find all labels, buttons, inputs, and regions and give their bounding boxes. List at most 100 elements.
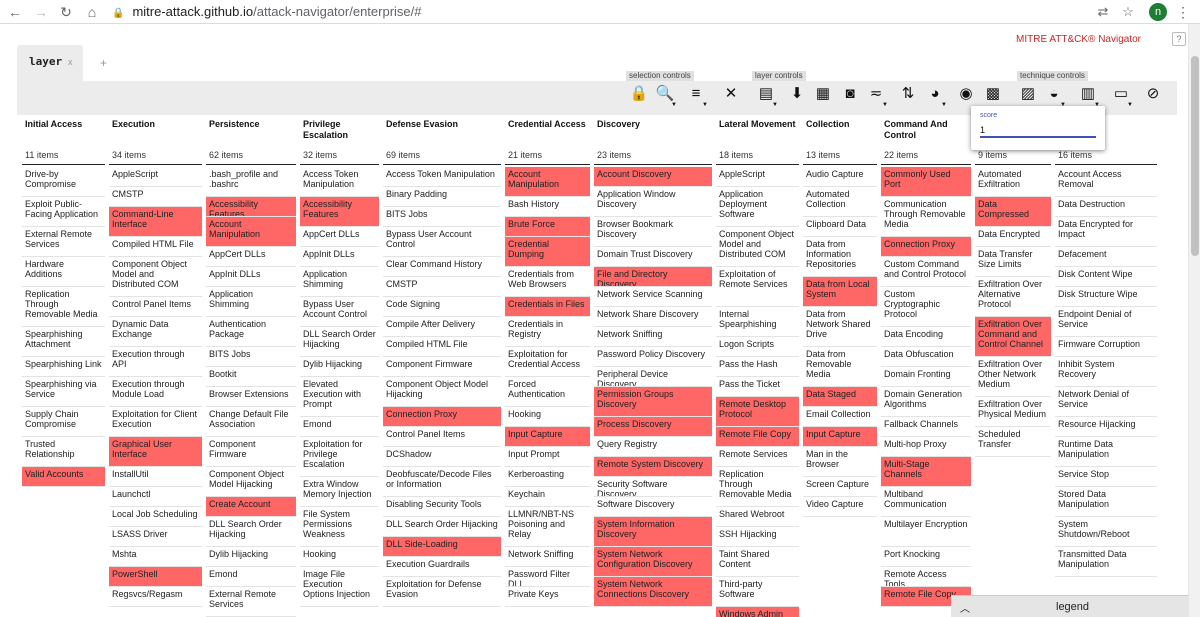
technique-cell[interactable]: Extra Window Memory Injection: [300, 477, 379, 507]
technique-cell[interactable]: LSASS Driver: [109, 527, 202, 547]
technique-cell[interactable]: Control Panel Items: [383, 427, 501, 447]
technique-cell[interactable]: PowerShell: [109, 567, 202, 587]
disable-icon[interactable]: ▨: [1018, 84, 1038, 104]
technique-cell[interactable]: Taint Shared Content: [716, 547, 799, 577]
browser-menu-icon[interactable]: ⋮: [1176, 3, 1190, 21]
technique-cell[interactable]: Port Knocking: [881, 547, 971, 567]
technique-cell[interactable]: Email Collection: [803, 407, 877, 427]
technique-cell[interactable]: Component Object Model and Distributed C…: [109, 257, 202, 297]
technique-cell[interactable]: Transmitted Data Manipulation: [1055, 547, 1157, 577]
technique-cell[interactable]: Inhibit System Recovery: [1055, 357, 1157, 387]
technique-cell[interactable]: Data Destruction: [1055, 197, 1157, 217]
technique-cell[interactable]: Connection Proxy: [383, 407, 501, 427]
technique-cell[interactable]: Exfiltration Over Physical Medium: [975, 397, 1051, 427]
search-icon[interactable]: 🔍 ▼: [655, 84, 677, 108]
tactic-header[interactable]: Discovery: [597, 119, 715, 130]
technique-cell[interactable]: Network Share Discovery: [594, 307, 712, 327]
technique-cell[interactable]: BITS Jobs: [383, 207, 501, 227]
technique-cell[interactable]: Pass the Hash: [716, 357, 799, 377]
technique-cell[interactable]: .bash_profile and .bashrc: [206, 167, 296, 197]
technique-cell[interactable]: Credentials in Registry: [505, 317, 590, 347]
technique-cell[interactable]: Network Denial of Service: [1055, 387, 1157, 417]
technique-cell[interactable]: Service Stop: [1055, 467, 1157, 487]
technique-cell[interactable]: System Information Discovery: [594, 517, 712, 547]
technique-cell[interactable]: Communication Through Removable Media: [881, 197, 971, 237]
tactic-header[interactable]: Defense Evasion: [386, 119, 504, 130]
technique-cell[interactable]: Domain Trust Discovery: [594, 247, 712, 267]
technique-cell[interactable]: Data from Removable Media: [803, 347, 877, 387]
technique-cell[interactable]: AppCert DLLs: [206, 247, 296, 267]
close-tab-icon[interactable]: x: [68, 57, 73, 67]
technique-cell[interactable]: Remote Access Tools: [881, 567, 971, 587]
bookmark-star-icon[interactable]: ☆: [1119, 3, 1137, 21]
technique-cell[interactable]: Application Deployment Software: [716, 187, 799, 227]
technique-cell[interactable]: File System Permissions Weakness: [300, 507, 379, 547]
tactic-header[interactable]: Collection: [806, 119, 880, 130]
technique-cell[interactable]: Spearphishing Link: [22, 357, 105, 377]
technique-cell[interactable]: Component Object Model Hijacking: [383, 377, 501, 407]
technique-cell[interactable]: BITS Jobs: [206, 347, 296, 367]
tactic-header[interactable]: Privilege Escalation: [303, 119, 382, 141]
technique-cell[interactable]: Replication Through Removable Media: [22, 287, 105, 327]
technique-cell[interactable]: Elevated Execution with Prompt: [300, 377, 379, 417]
technique-cell[interactable]: Accessibility Features: [300, 197, 379, 227]
technique-cell[interactable]: Exploitation for Defense Evasion: [383, 577, 501, 607]
technique-cell[interactable]: Component Firmware: [383, 357, 501, 377]
chevron-up-icon[interactable]: ︿: [960, 600, 970, 615]
technique-cell[interactable]: Network Service Scanning: [594, 287, 712, 307]
comment-icon[interactable]: ▭ ▼: [1111, 84, 1133, 108]
export-excel-icon[interactable]: ▦: [813, 84, 833, 104]
technique-cell[interactable]: Command-Line Interface: [109, 207, 202, 237]
tactic-header[interactable]: Command And Control: [884, 119, 974, 141]
technique-cell[interactable]: Exploitation for Credential Access: [505, 347, 590, 377]
avatar[interactable]: n: [1149, 3, 1167, 21]
technique-cell[interactable]: Local Job Scheduling: [109, 507, 202, 527]
technique-cell[interactable]: Dylib Hijacking: [300, 357, 379, 377]
technique-cell[interactable]: Data from Network Shared Drive: [803, 307, 877, 347]
tactic-header[interactable]: Initial Access: [25, 119, 108, 130]
technique-cell[interactable]: DCShadow: [383, 447, 501, 467]
technique-cell[interactable]: Man in the Browser: [803, 447, 877, 477]
new-tab-button[interactable]: +: [100, 56, 107, 70]
help-button[interactable]: ?: [1172, 32, 1186, 46]
technique-cell[interactable]: File and Directory Discovery: [594, 267, 712, 287]
color-setup-icon[interactable]: ◕ ▼: [925, 84, 946, 108]
technique-cell[interactable]: AppCert DLLs: [300, 227, 379, 247]
technique-cell[interactable]: Logon Scripts: [716, 337, 799, 357]
technique-cell[interactable]: Data Staged: [803, 387, 877, 407]
technique-cell[interactable]: Application Shimming: [206, 287, 296, 317]
background-color-icon[interactable]: ◒ ▼: [1044, 84, 1065, 108]
technique-cell[interactable]: SSH Hijacking: [716, 527, 799, 547]
technique-cell[interactable]: Compiled HTML File: [109, 237, 202, 257]
clear-annotations-icon[interactable]: ⊘: [1143, 84, 1163, 104]
technique-cell[interactable]: Component Object Model Hijacking: [206, 467, 296, 497]
technique-cell[interactable]: Brute Force: [505, 217, 590, 237]
technique-cell[interactable]: AppleScript: [716, 167, 799, 187]
technique-cell[interactable]: Query Registry: [594, 437, 712, 457]
technique-cell[interactable]: Bypass User Account Control: [300, 297, 379, 327]
technique-cell[interactable]: Private Keys: [505, 587, 590, 607]
technique-cell[interactable]: Data Encrypted: [975, 227, 1051, 247]
technique-cell[interactable]: Peripheral Device Discovery: [594, 367, 712, 387]
technique-cell[interactable]: Defacement: [1055, 247, 1157, 267]
technique-cell[interactable]: Input Capture: [505, 427, 590, 447]
technique-cell[interactable]: Audio Capture: [803, 167, 877, 187]
technique-cell[interactable]: Compiled HTML File: [383, 337, 501, 357]
technique-cell[interactable]: Hooking: [505, 407, 590, 427]
technique-cell[interactable]: Remote File Copy: [716, 427, 799, 447]
technique-cell[interactable]: Change Default File Association: [206, 407, 296, 437]
technique-cell[interactable]: Video Capture: [803, 497, 877, 517]
technique-cell[interactable]: DLL Search Order Hijacking: [206, 517, 296, 547]
technique-cell[interactable]: Emond: [206, 567, 296, 587]
technique-cell[interactable]: Data Encoding: [881, 327, 971, 347]
tactic-header[interactable]: Execution: [112, 119, 205, 130]
technique-cell[interactable]: CMSTP: [109, 187, 202, 207]
lock-selection-icon[interactable]: 🔒: [629, 84, 649, 104]
sort-icon[interactable]: ⇅: [898, 84, 918, 104]
technique-cell[interactable]: Password Policy Discovery: [594, 347, 712, 367]
technique-cell[interactable]: Accessibility Features: [206, 197, 296, 217]
show-hide-icon[interactable]: ◉: [956, 84, 976, 104]
technique-cell[interactable]: Custom Cryptographic Protocol: [881, 287, 971, 327]
technique-cell[interactable]: Spearphishing via Service: [22, 377, 105, 407]
technique-cell[interactable]: Authentication Package: [206, 317, 296, 347]
